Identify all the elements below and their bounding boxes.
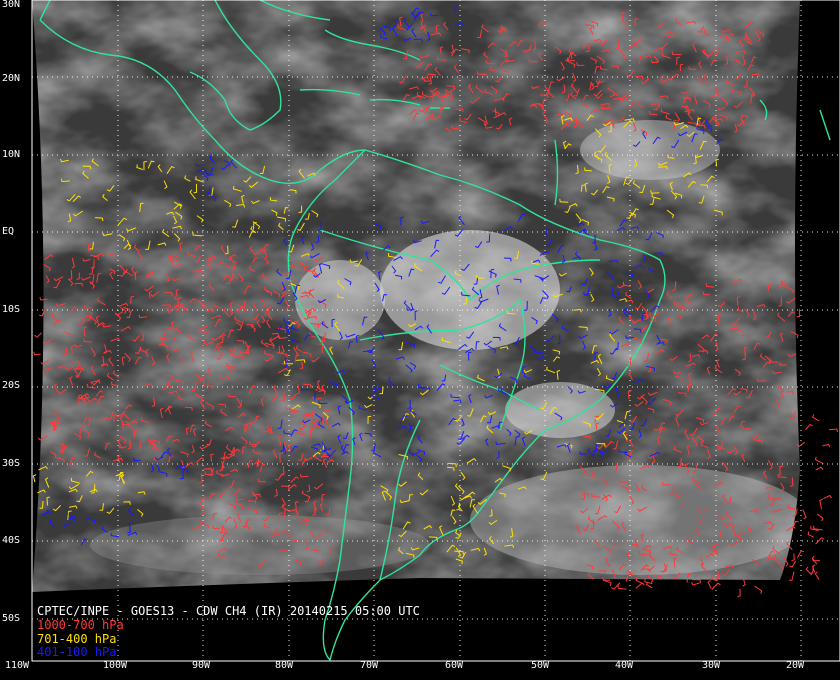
wind-barb xyxy=(32,474,37,483)
wind-barb xyxy=(802,509,807,520)
lat-label-10n: 10N xyxy=(2,149,21,160)
wind-barb xyxy=(691,582,701,586)
lon-label-50w: 50W xyxy=(531,660,550,671)
wind-barb xyxy=(602,579,612,586)
wind-barb xyxy=(807,531,815,538)
wind-barb xyxy=(805,423,813,431)
wind-barb xyxy=(814,456,824,465)
wind-barb xyxy=(644,578,653,585)
satellite-map xyxy=(31,0,840,662)
wind-barb xyxy=(789,560,797,568)
wind-barb xyxy=(817,513,824,522)
lon-label-40w: 40W xyxy=(615,660,634,671)
legend-layer-low: 1000-700 hPa xyxy=(37,618,124,632)
lat-label-50s: 50S xyxy=(2,613,21,624)
lat-label-30n: 30N xyxy=(2,0,21,10)
lon-label-100w: 100W xyxy=(103,660,128,671)
lat-label-10s: 10S xyxy=(2,304,21,315)
lon-label-110w: 110W xyxy=(5,660,30,671)
lat-label-30s: 30S xyxy=(2,458,21,469)
wind-barb xyxy=(791,553,795,562)
lon-label-90w: 90W xyxy=(192,660,211,671)
lat-label-40s: 40S xyxy=(2,535,21,546)
wind-barb xyxy=(822,443,831,448)
wind-barb xyxy=(810,525,819,532)
wind-barb xyxy=(34,332,43,338)
wind-barb xyxy=(814,571,820,580)
wind-barb xyxy=(796,550,805,559)
wind-barb xyxy=(809,566,814,574)
caption-title: CPTEC/INPE - GOES13 - CDW CH4 (IR) 20140… xyxy=(37,604,420,618)
legend-layer-mid: 701-400 hPa xyxy=(37,632,117,646)
wind-barb xyxy=(815,466,824,471)
wind-barb xyxy=(812,414,820,422)
lat-label-20s: 20S xyxy=(2,380,21,391)
wind-barb xyxy=(823,494,832,500)
lon-label-30w: 30W xyxy=(702,660,721,671)
wind-barb xyxy=(711,582,721,590)
wind-barb xyxy=(737,588,741,597)
ir-imagery xyxy=(32,0,800,592)
lon-label-60w: 60W xyxy=(445,660,464,671)
lon-label-20w: 20W xyxy=(786,660,805,671)
wind-barb xyxy=(33,351,41,356)
wind-barb xyxy=(805,566,813,576)
wind-barb xyxy=(617,585,627,590)
lat-label-20n: 20N xyxy=(2,73,21,84)
wind-barb xyxy=(691,579,701,583)
lon-label-80w: 80W xyxy=(275,660,294,671)
wind-barb xyxy=(828,428,839,433)
legend-layer-high: 401-100 hPa xyxy=(37,645,117,659)
wind-barb xyxy=(707,580,712,590)
lat-label-eq: EQ xyxy=(2,226,15,237)
wind-barb xyxy=(635,582,645,589)
wind-barb xyxy=(754,585,763,594)
wind-barb xyxy=(813,525,823,531)
wind-barb xyxy=(789,571,795,581)
lon-label-70w: 70W xyxy=(360,660,379,671)
wind-barb xyxy=(819,498,823,510)
